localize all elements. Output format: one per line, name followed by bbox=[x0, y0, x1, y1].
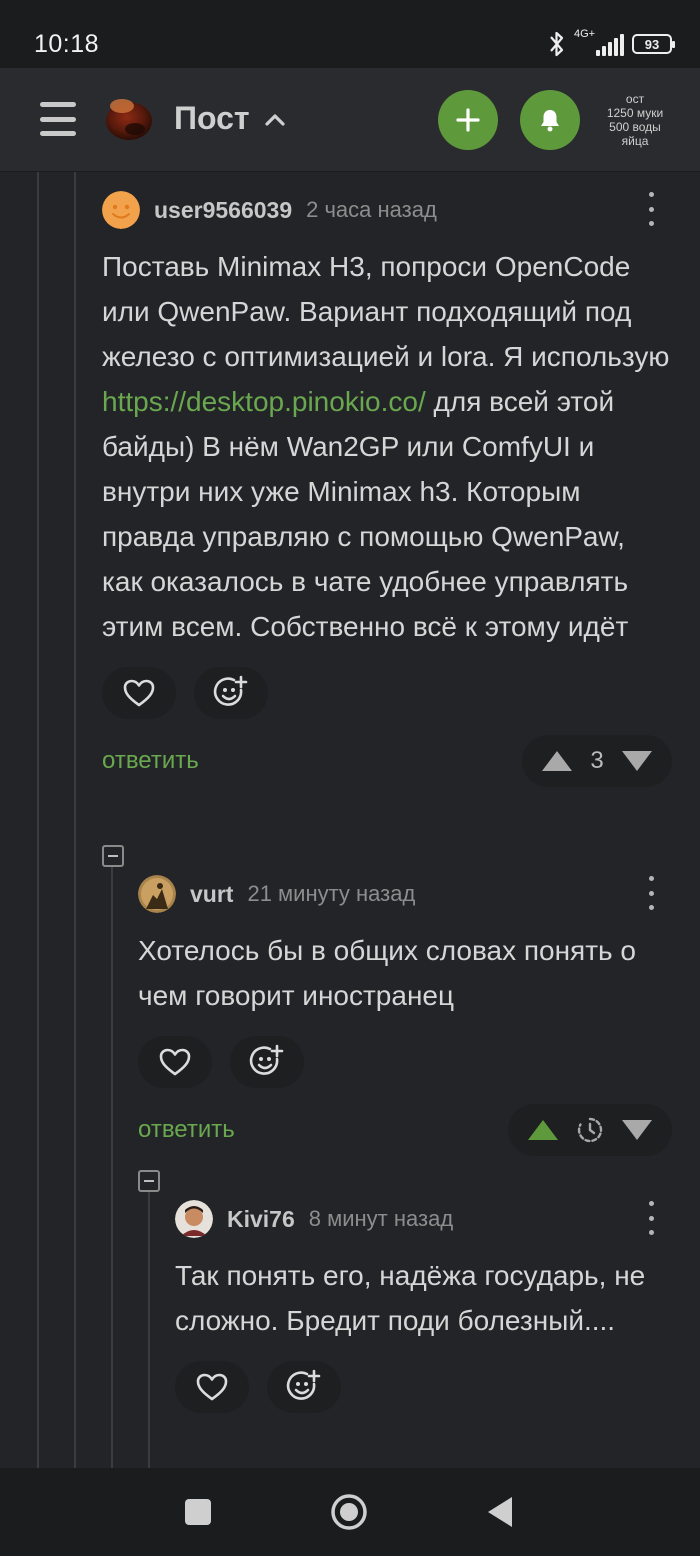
add-reaction-button[interactable] bbox=[267, 1361, 341, 1413]
comment-text-part: Поставь Minimax H3, попроси OpenCode или… bbox=[102, 251, 670, 372]
status-icons: 4G+ 93 bbox=[548, 28, 675, 60]
back-button[interactable] bbox=[480, 1492, 520, 1532]
promo-line: 1250 муки bbox=[606, 106, 664, 120]
status-time: 10:18 bbox=[34, 30, 100, 58]
bell-icon bbox=[541, 110, 559, 132]
comment-time[interactable]: 2 часа назад bbox=[306, 197, 437, 223]
reactions-row bbox=[102, 667, 672, 719]
comment-footer: ответить bbox=[138, 1104, 672, 1156]
comment-time[interactable]: 21 минуту назад bbox=[247, 881, 415, 907]
downvote-icon[interactable] bbox=[620, 749, 654, 773]
network-type: 4G+ bbox=[574, 28, 596, 40]
avatar[interactable] bbox=[138, 875, 176, 913]
upvote-icon[interactable] bbox=[526, 1118, 560, 1142]
comment: user9566039 2 часа назад Поставь Minimax… bbox=[102, 188, 672, 787]
comment-text: Поставь Minimax H3, попроси OpenCode или… bbox=[102, 244, 672, 649]
notifications-button[interactable] bbox=[520, 90, 580, 150]
reply-button[interactable]: ответить bbox=[138, 1116, 235, 1144]
vote-score: 3 bbox=[590, 747, 604, 774]
vote-widget: 3 bbox=[522, 735, 672, 787]
add-reaction-button[interactable] bbox=[194, 667, 268, 719]
recents-button[interactable] bbox=[178, 1492, 218, 1532]
promo-widget[interactable]: ост 1250 муки 500 воды яйца bbox=[598, 92, 672, 148]
promo-line: яйца bbox=[621, 134, 649, 148]
avatar[interactable] bbox=[102, 191, 140, 229]
page-title: Пост bbox=[174, 100, 250, 136]
promo-line: ост bbox=[625, 92, 645, 106]
home-circle-icon bbox=[331, 1494, 367, 1530]
thread-line bbox=[74, 172, 76, 1468]
comment-header: vurt 21 минуту назад bbox=[138, 872, 672, 916]
comment-header: Kivi76 8 минут назад bbox=[175, 1197, 672, 1241]
home-button[interactable] bbox=[329, 1492, 369, 1532]
reactions-row bbox=[175, 1361, 672, 1413]
heart-icon bbox=[159, 1048, 191, 1076]
promo-line: 500 воды bbox=[609, 120, 661, 134]
back-triangle-icon bbox=[488, 1497, 512, 1527]
page-title-toggle[interactable]: Пост bbox=[174, 100, 286, 137]
plus-icon bbox=[456, 108, 480, 132]
collapse-thread-button[interactable] bbox=[102, 845, 124, 867]
status-bar: 10:18 4G+ 93 bbox=[0, 0, 700, 68]
more-options-button[interactable] bbox=[646, 192, 656, 226]
comments-thread[interactable]: user9566039 2 часа назад Поставь Minimax… bbox=[0, 172, 700, 1468]
heart-icon bbox=[123, 679, 155, 707]
more-options-button[interactable] bbox=[646, 1201, 656, 1235]
menu-button[interactable] bbox=[40, 102, 76, 136]
username[interactable]: Kivi76 bbox=[227, 1206, 295, 1233]
emoji-add-icon bbox=[213, 675, 248, 706]
avatar[interactable] bbox=[175, 1200, 213, 1238]
add-post-button[interactable] bbox=[438, 90, 498, 150]
comment: vurt 21 минуту назад Хотелось бы в общих… bbox=[138, 872, 672, 1156]
emoji-add-icon bbox=[286, 1369, 321, 1400]
comment-footer: ответить 3 bbox=[102, 735, 672, 787]
emoji-add-icon bbox=[249, 1044, 284, 1075]
comment-text: Так понять его, надёжа государь, не слож… bbox=[175, 1260, 646, 1336]
reply-button[interactable]: ответить bbox=[102, 747, 199, 775]
battery-level: 93 bbox=[644, 36, 660, 52]
comment-text-part: для всей этой байды) В нём Wan2GP или Co… bbox=[102, 386, 629, 642]
pikabu-logo[interactable] bbox=[104, 96, 154, 142]
comment-header: user9566039 2 часа назад bbox=[102, 188, 672, 232]
comment-time[interactable]: 8 минут назад bbox=[309, 1206, 453, 1232]
like-button[interactable] bbox=[175, 1361, 249, 1413]
thread-line bbox=[37, 172, 39, 1468]
like-button[interactable] bbox=[102, 667, 176, 719]
reactions-row bbox=[138, 1036, 672, 1088]
comment-text: Хотелось бы в общих словах понять о чем … bbox=[138, 935, 636, 1011]
app-header: Пост ост 1250 муки 500 воды яйца bbox=[0, 68, 700, 172]
username[interactable]: user9566039 bbox=[154, 197, 292, 224]
like-button[interactable] bbox=[138, 1036, 212, 1088]
thread-line bbox=[148, 1190, 150, 1468]
clock-icon bbox=[577, 1117, 603, 1143]
upvote-icon[interactable] bbox=[540, 749, 574, 773]
battery-icon: 93 bbox=[632, 34, 675, 54]
system-navigation-bar bbox=[0, 1468, 700, 1556]
vote-widget bbox=[508, 1104, 672, 1156]
heart-icon bbox=[196, 1373, 228, 1401]
comment-link[interactable]: https://desktop.pinokio.co/ bbox=[102, 386, 426, 417]
username[interactable]: vurt bbox=[190, 881, 233, 908]
comment: Kivi76 8 минут назад Так понять его, над… bbox=[175, 1197, 672, 1413]
downvote-icon[interactable] bbox=[620, 1118, 654, 1142]
square-icon bbox=[185, 1499, 211, 1525]
signal-icon: 4G+ bbox=[574, 28, 624, 58]
add-reaction-button[interactable] bbox=[230, 1036, 304, 1088]
thread-line bbox=[111, 866, 113, 1468]
chevron-up-icon bbox=[264, 113, 285, 126]
bluetooth-icon bbox=[550, 31, 564, 57]
collapse-thread-button[interactable] bbox=[138, 1170, 160, 1192]
more-options-button[interactable] bbox=[646, 876, 656, 910]
